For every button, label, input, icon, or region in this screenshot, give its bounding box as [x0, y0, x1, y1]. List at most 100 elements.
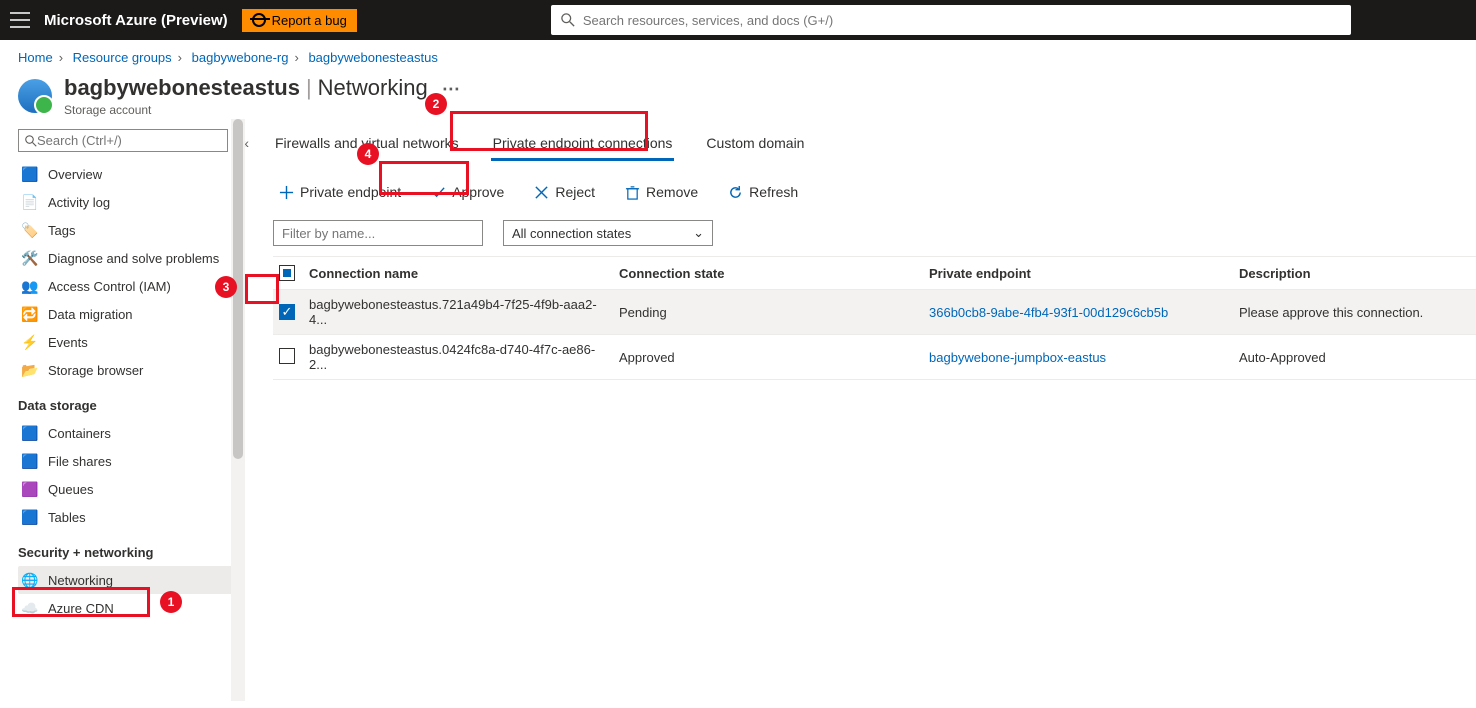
access-control-iam--icon: 👥: [22, 278, 38, 294]
sidebar-item-label: Diagnose and solve problems: [48, 251, 219, 266]
reject-button[interactable]: Reject: [528, 180, 601, 204]
diagnose-and-solve-problems-icon: 🛠️: [22, 250, 38, 266]
storage-account-icon: [18, 79, 52, 113]
sidebar-item-events[interactable]: ⚡ Events: [18, 328, 239, 356]
approve-button[interactable]: Approve: [425, 180, 510, 204]
sidebar-item-label: Storage browser: [48, 363, 143, 378]
add-private-endpoint-button[interactable]: Private endpoint: [273, 180, 407, 204]
sidebar-item-access-control-iam-[interactable]: 👥 Access Control (IAM): [18, 272, 239, 300]
sidebar-item-azure-cdn[interactable]: ☁️ Azure CDN: [18, 594, 239, 622]
refresh-icon: [728, 185, 743, 200]
refresh-button[interactable]: Refresh: [722, 180, 804, 204]
sidebar-item-tags[interactable]: 🏷️ Tags: [18, 216, 239, 244]
check-icon: [431, 185, 446, 200]
sidebar-item-activity-log[interactable]: 📄Activity log: [18, 188, 239, 216]
global-search-input[interactable]: [583, 13, 1341, 28]
cell-connection-state: Pending: [613, 290, 923, 335]
search-icon: [561, 13, 575, 27]
sidebar-search[interactable]: [18, 129, 228, 152]
more-icon[interactable]: ⋯: [434, 79, 460, 99]
sidebar-group-data-storage: Data storage: [18, 398, 239, 413]
containers-icon: 🟦: [22, 425, 38, 441]
col-description[interactable]: Description: [1233, 257, 1476, 290]
cell-description: Auto-Approved: [1233, 335, 1476, 380]
sidebar-item-diagnose-and-solve-problems[interactable]: 🛠️ Diagnose and solve problems: [18, 244, 239, 272]
filter-state-select[interactable]: All connection states ⌄: [503, 220, 713, 246]
row-checkbox[interactable]: [279, 348, 295, 364]
breadcrumb-home[interactable]: Home: [18, 50, 53, 65]
sidebar-item-overview[interactable]: 🟦 Overview: [18, 160, 239, 188]
bug-icon: [252, 13, 266, 27]
azure-cdn-icon: ☁️: [22, 600, 38, 616]
events-icon: ⚡: [22, 334, 38, 350]
sidebar-item-label: Queues: [48, 482, 94, 497]
table-row[interactable]: ✓bagbywebonesteastus.721a49b4-7f25-4f9b-…: [273, 290, 1476, 335]
cell-description: Please approve this connection.: [1233, 290, 1476, 335]
tab-private-endpoint[interactable]: Private endpoint connections: [491, 129, 675, 161]
connections-table: Connection name Connection state Private…: [273, 256, 1476, 380]
menu-icon[interactable]: [10, 12, 30, 28]
data-migration-icon: 🔁: [22, 306, 38, 322]
sidebar-item-data-migration[interactable]: 🔁Data migration: [18, 300, 239, 328]
cell-private-endpoint-link[interactable]: bagbywebone-jumpbox-eastus: [923, 335, 1233, 380]
row-checkbox[interactable]: ✓: [279, 304, 295, 320]
sidebar-scrollbar-track: [231, 119, 245, 701]
col-connection-state[interactable]: Connection state: [613, 257, 923, 290]
sidebar: « 🟦Overview📄Activity log🏷️Tags🛠️Diagnose…: [0, 119, 245, 701]
select-all-checkbox[interactable]: [279, 265, 295, 281]
sidebar-item-label: Azure CDN: [48, 601, 114, 616]
breadcrumb-rg[interactable]: Resource groups: [73, 50, 172, 65]
tab-firewalls[interactable]: Firewalls and virtual networks: [273, 129, 461, 161]
sidebar-item-tables[interactable]: 🟦 Tables: [18, 503, 239, 531]
chevron-down-icon: ⌄: [693, 225, 704, 241]
x-icon: [534, 185, 549, 200]
report-bug-label: Report a bug: [272, 13, 347, 28]
col-connection-name[interactable]: Connection name: [303, 257, 613, 290]
tags-icon: 🏷️: [22, 222, 38, 238]
global-search[interactable]: [551, 5, 1351, 35]
sidebar-item-label: Tags: [48, 223, 75, 238]
sidebar-item-label: Overview: [48, 167, 102, 182]
activity-log-icon: 📄: [22, 194, 38, 210]
storage-browser-icon: 📂: [22, 362, 38, 378]
cell-connection-state: Approved: [613, 335, 923, 380]
sidebar-item-containers[interactable]: 🟦Containers: [18, 419, 239, 447]
cell-connection-name: bagbywebonesteastus.0424fc8a-d740-4f7c-a…: [303, 335, 613, 380]
queues-icon: 🟪: [22, 481, 38, 497]
main-content: Firewalls and virtual networks Private e…: [245, 119, 1476, 701]
sidebar-item-storage-browser[interactable]: 📂 Storage browser: [18, 356, 239, 384]
sidebar-scrollbar-thumb[interactable]: [233, 119, 243, 459]
tables-icon: 🟦: [22, 509, 38, 525]
sidebar-search-input[interactable]: [37, 133, 221, 148]
search-icon: [25, 135, 37, 147]
brand-label: Microsoft Azure (Preview): [44, 12, 228, 29]
page-header: bagbywebonesteastus|Networking ⋯ Storage…: [0, 71, 1476, 119]
cell-private-endpoint-link[interactable]: 366b0cb8-9abe-4fb4-93f1-00d129c6cb5b: [923, 290, 1233, 335]
trash-icon: [625, 185, 640, 200]
sidebar-item-label: Tables: [48, 510, 86, 525]
breadcrumb-resource[interactable]: bagbywebonesteastus: [308, 50, 437, 65]
sidebar-group-security: Security + networking: [18, 545, 239, 560]
remove-button[interactable]: Remove: [619, 180, 704, 204]
sidebar-item-label: Events: [48, 335, 88, 350]
page-title: bagbywebonesteastus|Networking ⋯: [64, 75, 460, 101]
toolbar: Private endpoint Approve Reject Remove R…: [273, 180, 1476, 204]
sidebar-item-label: Networking: [48, 573, 113, 588]
sidebar-item-queues[interactable]: 🟪 Queues: [18, 475, 239, 503]
sidebar-item-label: File shares: [48, 454, 112, 469]
sidebar-item-file-shares[interactable]: 🟦 File shares: [18, 447, 239, 475]
report-bug-button[interactable]: Report a bug: [242, 9, 357, 32]
tab-custom-domain[interactable]: Custom domain: [704, 129, 806, 161]
overview-icon: 🟦: [22, 166, 38, 182]
file-shares-icon: 🟦: [22, 453, 38, 469]
top-bar: Microsoft Azure (Preview) Report a bug: [0, 0, 1476, 40]
tabs: Firewalls and virtual networks Private e…: [273, 129, 1476, 162]
table-row[interactable]: bagbywebonesteastus.0424fc8a-d740-4f7c-a…: [273, 335, 1476, 380]
resource-type-label: Storage account: [64, 103, 460, 117]
sidebar-item-label: Access Control (IAM): [48, 279, 171, 294]
plus-icon: [279, 185, 294, 200]
filter-name-input[interactable]: [273, 220, 483, 246]
col-private-endpoint[interactable]: Private endpoint: [923, 257, 1233, 290]
breadcrumb-rgname[interactable]: bagbywebone-rg: [192, 50, 289, 65]
sidebar-item-networking[interactable]: 🌐Networking: [18, 566, 239, 594]
